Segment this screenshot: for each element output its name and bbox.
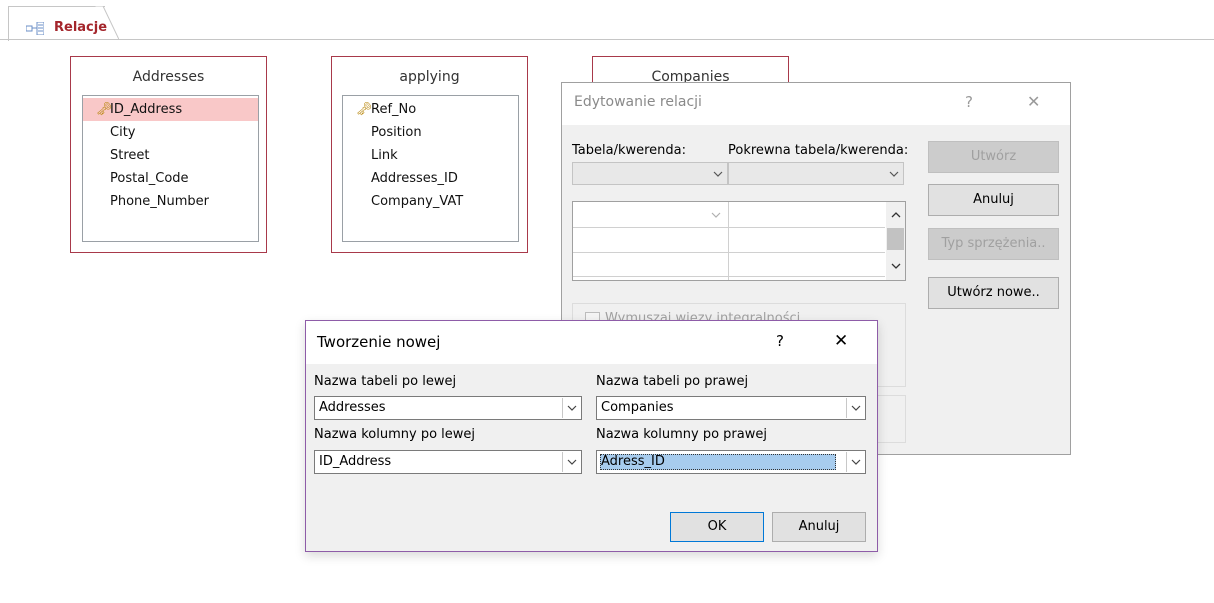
right-table-select[interactable]: Companies: [596, 396, 866, 420]
chevron-down-icon: [709, 164, 726, 183]
scroll-up-icon[interactable]: [886, 206, 905, 224]
left-column-label: Nazwa kolumny po lewej: [314, 427, 476, 442]
field-row[interactable]: Addresses_ID: [343, 167, 518, 190]
field-row[interactable]: Street: [83, 144, 258, 167]
field-list[interactable]: 🗝 Ref_No Position Link Addresses_ID Comp…: [342, 95, 519, 242]
field-row[interactable]: Postal_Code: [83, 167, 258, 190]
related-table-select[interactable]: [728, 162, 904, 185]
ok-button[interactable]: OK: [670, 512, 764, 542]
cancel-button[interactable]: Anuluj: [928, 184, 1059, 216]
left-table-label: Nazwa tabeli po lewej: [314, 374, 457, 389]
grid-scrollbar[interactable]: [886, 202, 905, 280]
create-new-dialog: Tworzenie nowej ? ✕ Nazwa tabeli po lewe…: [305, 320, 878, 552]
relationships-icon: [26, 22, 44, 35]
tab-edge: [95, 6, 119, 40]
create-button[interactable]: Utwórz: [928, 141, 1059, 173]
right-table-label: Nazwa tabeli po prawej: [596, 374, 749, 389]
chevron-down-icon: [562, 452, 580, 472]
field-list[interactable]: 🗝 ID_Address City Street Postal_Code Pho…: [82, 95, 259, 242]
related-table-label: Pokrewna tabela/kwerenda:: [728, 143, 909, 158]
field-row[interactable]: Link: [343, 144, 518, 167]
table-addresses[interactable]: Addresses 🗝 ID_Address City Street Posta…: [70, 56, 267, 253]
close-icon[interactable]: ✕: [1027, 92, 1040, 111]
chevron-down-icon: [846, 452, 864, 472]
field-row[interactable]: Position: [343, 121, 518, 144]
cancel-button[interactable]: Anuluj: [772, 512, 866, 542]
help-button[interactable]: ?: [776, 332, 784, 350]
table-applying[interactable]: applying 🗝 Ref_No Position Link Addresse…: [331, 56, 528, 253]
create-new-button[interactable]: Utwórz nowe..: [928, 277, 1059, 309]
right-column-select[interactable]: Adress_ID: [596, 450, 866, 474]
table-title: applying: [399, 69, 460, 85]
tab-relacje[interactable]: Relacje: [8, 6, 107, 41]
close-icon[interactable]: ✕: [834, 331, 848, 351]
field-row[interactable]: City: [83, 121, 258, 144]
table-title: Addresses: [132, 69, 205, 85]
scroll-down-icon[interactable]: [886, 257, 905, 275]
scroll-thumb[interactable]: [887, 228, 904, 250]
join-type-button[interactable]: Typ sprzężenia..: [928, 228, 1059, 260]
left-table-select[interactable]: Addresses: [314, 396, 582, 420]
dialog-title: Edytowanie relacji: [574, 94, 702, 110]
left-column-select[interactable]: ID_Address: [314, 450, 582, 474]
right-column-label: Nazwa kolumny po prawej: [596, 427, 767, 442]
dialog-title: Tworzenie nowej: [317, 333, 441, 351]
field-mapping-grid[interactable]: [572, 201, 906, 281]
chevron-down-icon: [562, 398, 580, 418]
field-row[interactable]: Phone_Number: [83, 190, 258, 213]
field-row[interactable]: 🗝 ID_Address: [83, 98, 258, 121]
help-button[interactable]: ?: [965, 93, 973, 111]
table-label: Tabela/kwerenda:: [572, 143, 687, 158]
document-tab-bar: Relacje: [0, 0, 1214, 41]
chevron-down-icon: [885, 164, 902, 183]
chevron-down-icon: [846, 398, 864, 418]
table-select[interactable]: [572, 162, 728, 185]
chevron-down-icon[interactable]: [706, 204, 726, 225]
field-row[interactable]: Company_VAT: [343, 190, 518, 213]
field-row[interactable]: 🗝 Ref_No: [343, 98, 518, 121]
